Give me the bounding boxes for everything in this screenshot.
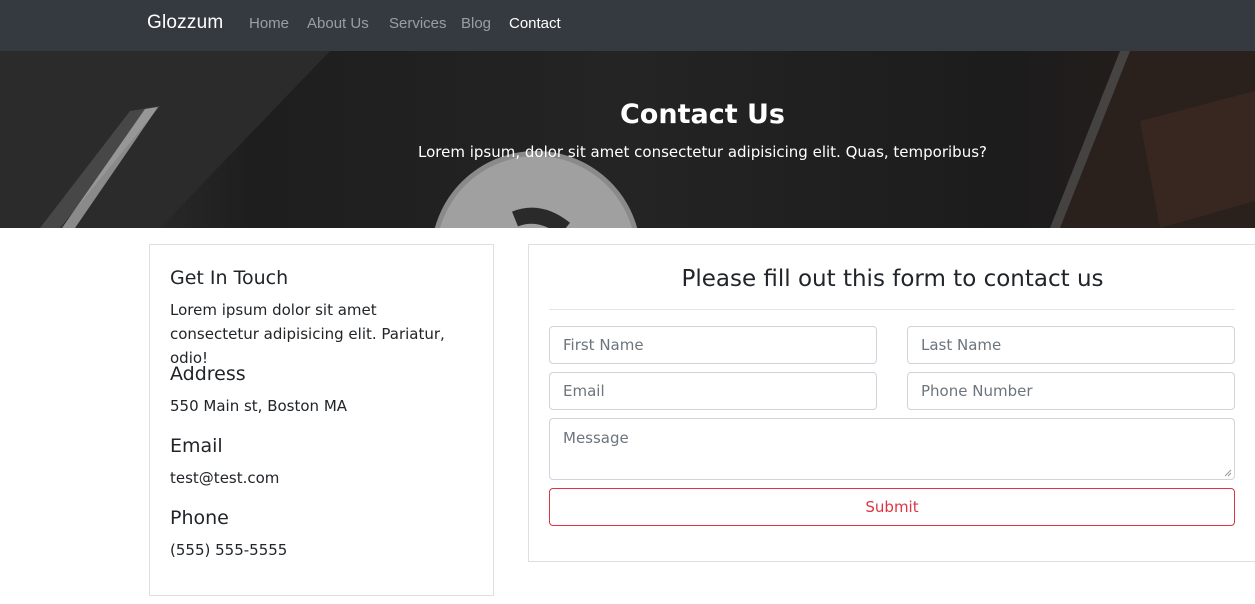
address-heading: Address [170, 363, 246, 385]
email-heading: Email [170, 435, 223, 457]
phone-value: (555) 555-5555 [170, 541, 288, 559]
page-title: Contact Us [619, 99, 786, 130]
hero-background-image [0, 51, 1255, 228]
form-title: Please fill out this form to contact us [681, 266, 1104, 292]
navbar: Glozzum Home About Us Services Blog Cont… [0, 0, 1255, 51]
phone-number-input[interactable] [907, 372, 1235, 410]
hero-banner: Contact Us Lorem ipsum, dolor sit amet c… [0, 51, 1255, 228]
email-input[interactable] [549, 372, 877, 410]
nav-link-blog[interactable]: Blog [461, 15, 491, 32]
resize-grip-icon[interactable] [1224, 469, 1232, 477]
get-in-touch-text: Lorem ipsum dolor sit amet consectetur a… [170, 301, 445, 367]
email-value: test@test.com [170, 469, 280, 487]
submit-button[interactable]: Submit [549, 488, 1235, 526]
nav-link-home[interactable]: Home [249, 15, 289, 32]
form-divider [549, 309, 1235, 310]
message-textarea[interactable] [549, 418, 1235, 480]
nav-link-contact[interactable]: Contact [509, 15, 561, 32]
contact-form-card: Please fill out this form to contact us … [528, 244, 1255, 562]
message-field [549, 418, 1235, 480]
nav-link-about-us[interactable]: About Us [307, 15, 369, 32]
nav-link-services[interactable]: Services [389, 15, 447, 32]
last-name-input[interactable] [907, 326, 1235, 364]
phone-heading: Phone [170, 507, 229, 529]
address-value: 550 Main st, Boston MA [170, 397, 348, 415]
brand-logo[interactable]: Glozzum [147, 12, 223, 34]
get-in-touch-heading: Get In Touch [170, 267, 289, 289]
contact-info-card: Get In Touch Lorem ipsum dolor sit amet … [149, 244, 494, 596]
first-name-input[interactable] [549, 326, 877, 364]
page-subtitle: Lorem ipsum, dolor sit amet consectetur … [418, 143, 987, 161]
